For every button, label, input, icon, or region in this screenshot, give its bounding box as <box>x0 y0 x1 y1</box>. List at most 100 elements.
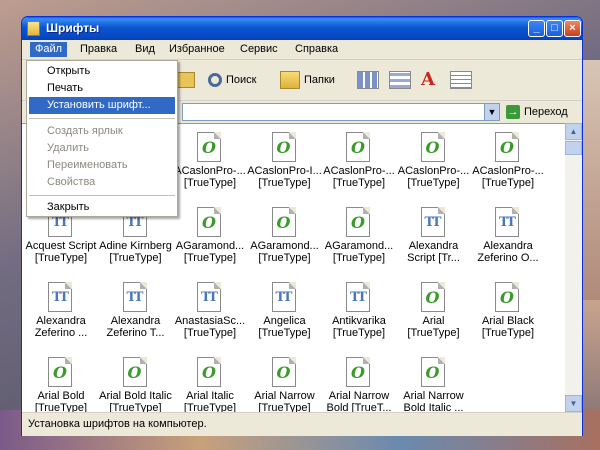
opentype-font-icon: O <box>420 282 447 312</box>
folders-label: Папки <box>304 74 335 86</box>
font-item[interactable]: O ACaslonPro-I... [TrueType] <box>247 132 323 189</box>
minimize-button[interactable]: _ <box>528 20 545 37</box>
font-name: Arial Narrow <box>254 390 315 402</box>
menu-item-close[interactable]: Закрыть <box>29 199 175 216</box>
font-item[interactable]: TT Alexandra Zeferino O... <box>470 207 546 264</box>
font-name: Acquest Script <box>25 240 97 252</box>
menu-view[interactable]: Вид <box>130 42 160 57</box>
title-bar[interactable]: Шрифты _ □ × <box>22 17 582 40</box>
opentype-font-icon: O <box>495 282 521 312</box>
font-item[interactable]: TT Alexandra Zeferino ... <box>23 282 99 339</box>
font-item[interactable]: O ACaslonPro-...[TrueType] <box>321 132 397 189</box>
truetype-font-icon: TT <box>495 207 521 237</box>
details-view-button[interactable] <box>450 68 472 92</box>
menu-item-install-font[interactable]: Установить шрифт... <box>29 97 175 114</box>
menu-help[interactable]: Справка <box>290 42 343 57</box>
font-type: Zeferino O... <box>477 252 539 264</box>
scroll-down-button[interactable]: ▼ <box>565 395 582 412</box>
address-input[interactable] <box>182 103 500 121</box>
search-label: Поиск <box>226 74 257 86</box>
font-name: Alexandra <box>36 315 86 327</box>
font-item[interactable]: O ACaslonPro-...[TrueType] <box>470 132 546 189</box>
font-name: ACaslonPro-... <box>472 165 544 177</box>
font-item[interactable]: O Arial Bold Italic [TrueType] <box>98 357 174 413</box>
window-title: Шрифты <box>46 21 100 35</box>
font-item[interactable]: O ACaslonPro-...[TrueType] <box>396 132 472 189</box>
font-name: ACaslonPro-I... <box>247 165 322 177</box>
truetype-font-icon: TT <box>271 282 298 312</box>
font-name: Alexandra <box>110 315 161 327</box>
font-type: [TrueType] <box>258 177 311 189</box>
menu-item-open[interactable]: Открыть <box>29 63 175 80</box>
menu-separator <box>29 195 175 196</box>
font-name: ACaslonPro-... <box>323 165 395 177</box>
font-name: AGaramond... <box>175 240 245 252</box>
font-name: AnastasiaSc... <box>174 315 246 327</box>
font-item[interactable]: TT Angelica [TrueType] <box>247 282 323 339</box>
scroll-thumb[interactable] <box>565 141 582 155</box>
folders-button[interactable]: Папки <box>280 68 335 92</box>
font-name: Alexandra <box>408 240 459 252</box>
scroll-up-button[interactable]: ▲ <box>565 123 582 140</box>
font-item[interactable]: O ACaslonPro-...[TrueType] <box>172 132 248 189</box>
maximize-button[interactable]: □ <box>546 20 563 37</box>
truetype-font-icon: TT <box>197 282 223 312</box>
search-button[interactable]: Поиск <box>208 68 256 92</box>
font-similarity-icon: A <box>421 69 435 90</box>
menu-item-properties[interactable]: Свойства <box>29 174 175 191</box>
font-item[interactable]: O Arial Black [TrueType] <box>470 282 546 339</box>
go-button[interactable]: → Переход <box>506 104 568 120</box>
font-item[interactable]: TT Alexandra Zeferino T... <box>98 282 174 339</box>
font-item[interactable]: TT Antikvarika [TrueType] <box>321 282 397 339</box>
opentype-font-icon: O <box>197 132 223 162</box>
menu-favorites[interactable]: Избранное <box>164 42 230 57</box>
font-item[interactable]: TT AnastasiaSc... [TrueType] <box>172 282 248 339</box>
font-item[interactable]: O AGaramond... [TrueType] <box>321 207 397 264</box>
font-item[interactable]: O Arial Narrow [TrueType] <box>247 357 323 413</box>
truetype-font-icon: TT <box>346 282 372 312</box>
truetype-font-icon: TT <box>122 282 149 312</box>
menu-file[interactable]: Файл <box>30 42 68 57</box>
similarity-view-button[interactable]: A <box>421 68 435 92</box>
menu-tools[interactable]: Сервис <box>235 42 283 57</box>
font-name: AGaramond... <box>250 240 319 252</box>
menu-edit[interactable]: Правка <box>75 42 122 57</box>
font-name: AGaramond... <box>324 240 394 252</box>
opentype-font-icon: O <box>346 207 372 237</box>
go-label: Переход <box>524 106 568 118</box>
font-item[interactable]: TT Alexandra Script [Tr... <box>396 207 472 264</box>
go-arrow-icon: → <box>506 105 520 119</box>
font-item[interactable]: O Arial [TrueType] <box>396 282 472 339</box>
font-type: Zeferino T... <box>106 327 165 339</box>
opentype-font-icon: O <box>346 357 372 387</box>
font-item[interactable]: O Arial Narrow Bold Italic ... <box>396 357 472 413</box>
font-name: ACaslonPro-... <box>174 165 246 177</box>
vertical-scrollbar[interactable]: ▲ ▼ <box>565 123 582 412</box>
menu-bar: Файл Правка Вид Избранное Сервис Справка <box>22 40 582 60</box>
opentype-font-icon: O <box>122 357 149 387</box>
details-icon <box>450 71 472 89</box>
status-bar: Установка шрифтов на компьютер. <box>22 412 582 436</box>
font-item[interactable]: O AGaramond... [TrueType] <box>247 207 323 264</box>
address-dropdown-button[interactable]: ▼ <box>484 103 500 121</box>
close-button[interactable]: × <box>564 20 581 37</box>
folders-icon <box>280 71 300 89</box>
folder-icon <box>27 21 40 36</box>
menu-item-rename[interactable]: Переименовать <box>29 157 175 174</box>
up-folder-button[interactable] <box>177 68 195 92</box>
menu-item-print[interactable]: Печать <box>29 80 175 97</box>
font-item[interactable]: O Arial Bold [TrueType] <box>23 357 99 413</box>
menu-item-create-shortcut[interactable]: Создать ярлык <box>29 123 175 140</box>
menu-item-delete[interactable]: Удалить <box>29 140 175 157</box>
status-text: Установка шрифтов на компьютер. <box>28 418 207 430</box>
font-name: Arial <box>422 315 445 327</box>
font-item[interactable]: O AGaramond... [TrueType] <box>172 207 248 264</box>
list-view-button[interactable] <box>389 68 411 92</box>
font-item[interactable]: O Arial Italic [TrueType] <box>172 357 248 413</box>
font-name: Alexandra <box>483 240 533 252</box>
font-item[interactable]: O Arial Narrow Bold [TrueT... <box>321 357 397 413</box>
truetype-font-icon: TT <box>420 207 447 237</box>
menu-separator <box>29 118 175 119</box>
large-icons-view-button[interactable] <box>357 68 379 92</box>
font-name: Adine Kirnberg <box>99 240 172 252</box>
